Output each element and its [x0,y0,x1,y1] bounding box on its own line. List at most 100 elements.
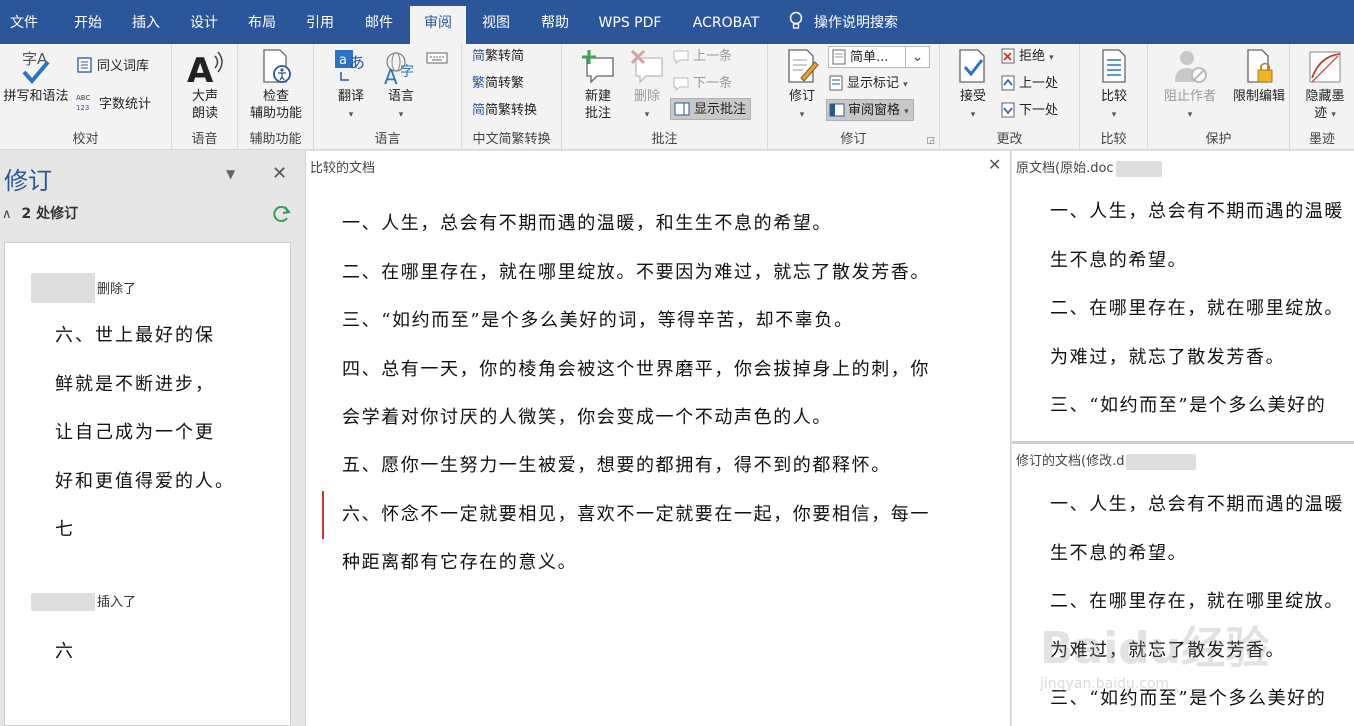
track-changes-button[interactable]: 修订 ▾ [778,48,826,124]
original-line: 二、在哪里存在，就在哪里绽放。 [1050,298,1344,319]
refresh-icon[interactable] [270,203,292,225]
tab-acrobat[interactable]: ACROBAT [678,0,774,44]
reviewing-pane-button[interactable]: 审阅窗格 ▾ [826,99,914,121]
show-markup-button[interactable]: 显示标记 ▾ [828,73,908,95]
read-aloud-button[interactable]: A 大声 朗读 [172,48,238,122]
compare-button[interactable]: 比较 ▾ [1080,48,1148,124]
inserted-revision-header: 插入了 [31,591,136,611]
tab-design[interactable]: 设计 [176,0,232,44]
tell-me-search[interactable]: 操作说明搜索 [788,0,898,44]
revisions-summary-row[interactable]: ∧ 2 处修订 [2,203,78,223]
close-icon[interactable]: ✕ [988,155,1001,174]
tab-mailings[interactable]: 邮件 [350,0,408,44]
s2t-label: 简转繁 [485,76,525,91]
block-authors-button[interactable]: 阻止作者 ▾ [1154,48,1226,124]
track-changes-icon [788,49,819,83]
check-accessibility-button[interactable]: 检查 辅助功能 [238,48,314,122]
tab-insert[interactable]: 插入 [118,0,174,44]
group-label-ink: 墨迹 [1308,132,1335,147]
previous-change-icon [1001,75,1015,91]
watermark-logo: Baidu经验 [1040,623,1270,674]
previous-comment-button[interactable]: 上一条 [672,46,732,68]
accept-button[interactable]: 接受 ▾ [950,48,996,124]
delete-comment-button[interactable]: 删除 ▾ [624,48,670,124]
compared-document-pane[interactable]: 比较的文档 ✕ 一、人生，总会有不期而遇的温暖，和生生不息的希望。 二、在哪里存… [305,151,1011,726]
group-label-compare: 比较 [1100,132,1127,147]
filename-redacted [1115,160,1162,177]
new-comment-button[interactable]: 新建 批注 [574,48,622,122]
tab-review[interactable]: 审阅 [410,6,466,44]
word-count-button[interactable]: ABC 123 字数统计 [76,92,151,114]
language-button[interactable]: A 字 语言 ▾ [376,48,426,124]
thesaurus-button[interactable]: 同义词库 [76,56,149,78]
revised-line: 生不息的希望。 [1050,543,1188,564]
book-icon [77,57,92,73]
group-tracking: 修订 ▾ 简单... ⌄ 显示标记 ▾ 审阅窗格 ▾ 修订 ◲ [768,44,940,150]
traditional-to-simplified-button[interactable]: 简繁转简 [472,46,524,68]
delete-comment-label: 删除 [633,89,660,104]
tab-wps-pdf[interactable]: WPS PDF [586,0,674,44]
track-changes-label: 修订 [788,89,815,104]
tab-home[interactable]: 开始 [60,0,116,44]
spelling-grammar-button[interactable]: 字A 拼写和语法 [0,48,72,105]
simple-markup-icon [832,49,846,65]
next-comment-icon [673,77,689,91]
reviewing-pane-dropdown-icon: ▾ [904,107,909,117]
reviewing-pane-icon [829,103,845,117]
reject-button[interactable]: 拒绝 ▾ [1000,46,1054,68]
tab-references[interactable]: 引用 [292,0,348,44]
lightbulb-icon [789,11,803,29]
language-label: 语言 [387,89,414,104]
read-aloud-label-1: 大声 [191,89,218,104]
compare-dropdown-icon: ▾ [1111,110,1117,120]
pane-options-dropdown-icon[interactable]: ▼ [226,167,235,181]
author-name-redacted [31,592,95,611]
simplified-to-traditional-button[interactable]: 繁简转繁 [472,73,524,95]
keyboard-ime-icon[interactable] [426,50,448,66]
reviewing-pane-label: 审阅窗格 [848,103,901,118]
group-language: a あ 翻译 ▾ A 字 语言 ▾ 语言 [314,44,462,150]
author-name-redacted [31,273,95,303]
dialog-launcher-icon[interactable]: ◲ [926,136,935,146]
check-label-1: 检查 [262,89,289,104]
previous-change-button[interactable]: 上一处 [1000,73,1058,95]
tab-file[interactable]: 文件 [0,0,48,44]
tab-view[interactable]: 视图 [468,0,524,44]
group-label-tracking: 修订 [840,132,867,147]
restrict-editing-button[interactable]: 限制编辑 [1228,48,1290,105]
document-line: 一、人生，总会有不期而遇的温暖，和生生不息的希望。 [342,213,832,234]
revised-line: 二、在哪里存在，就在哪里绽放。 [1050,591,1344,612]
group-label-chinese: 中文简繁转换 [472,132,551,147]
translate-button[interactable]: a あ 翻译 ▾ [326,48,376,124]
hide-ink-dropdown-icon: ▾ [1331,110,1336,120]
chinese-conversion-button[interactable]: 简简繁转换 [472,100,537,122]
group-label-protect: 保护 [1205,132,1232,147]
next-comment-button[interactable]: 下一条 [672,73,732,95]
group-protect: 阻止作者 ▾ 限制编辑 保护 [1148,44,1290,150]
language-dropdown-icon: ▾ [398,110,404,120]
next-change-button[interactable]: 下一处 [1000,100,1058,122]
collapse-chevron-icon[interactable]: ∧ [2,207,12,222]
markup-view-select[interactable]: 简单... ⌄ [828,46,930,68]
deleted-line: 好和更值得爱的人。 [55,471,235,492]
next-comment-label: 下一条 [693,76,733,91]
filename-redacted [1126,453,1197,470]
group-ink: 隐藏墨 迹 ▾ 墨迹 [1290,44,1354,150]
close-icon[interactable]: ✕ [272,163,287,184]
tab-layout[interactable]: 布局 [234,0,290,44]
revisions-count: 2 处修订 [21,206,79,222]
document-line: 二、在哪里存在，就在哪里绽放。不要因为难过，就忘了散发芳香。 [342,262,930,283]
tab-help[interactable]: 帮助 [526,0,584,44]
block-authors-dropdown-icon: ▾ [1187,110,1193,120]
next-change-label: 下一处 [1019,103,1059,118]
original-document-pane[interactable]: 原文档(原始.doc 一、人生，总会有不期而遇的温暖 生不息的希望。 二、在哪里… [1012,151,1354,441]
hide-ink-button[interactable]: 隐藏墨 迹 ▾ [1296,48,1354,124]
chevron-down-icon[interactable]: ⌄ [905,46,929,68]
show-comments-button[interactable]: 显示批注 [670,98,752,120]
revisions-list[interactable]: 删除了 六、世上最好的保 鲜就是不断进步， 让自己成为一个更 好和更值得爱的人。… [4,242,291,726]
group-chinese-conversion: 简繁转简 繁简转繁 简简繁转换 中文简繁转换 [462,44,562,150]
show-comments-label: 显示批注 [694,102,747,117]
language-globe-icon: A 字 [384,52,414,86]
deleted-line: 鲜就是不断进步， [55,374,215,395]
revisions-pane: 修订 ▼ ✕ ∧ 2 处修订 删除了 六、世上最好的保 鲜就是不断进步， 让自己成… [0,151,304,726]
